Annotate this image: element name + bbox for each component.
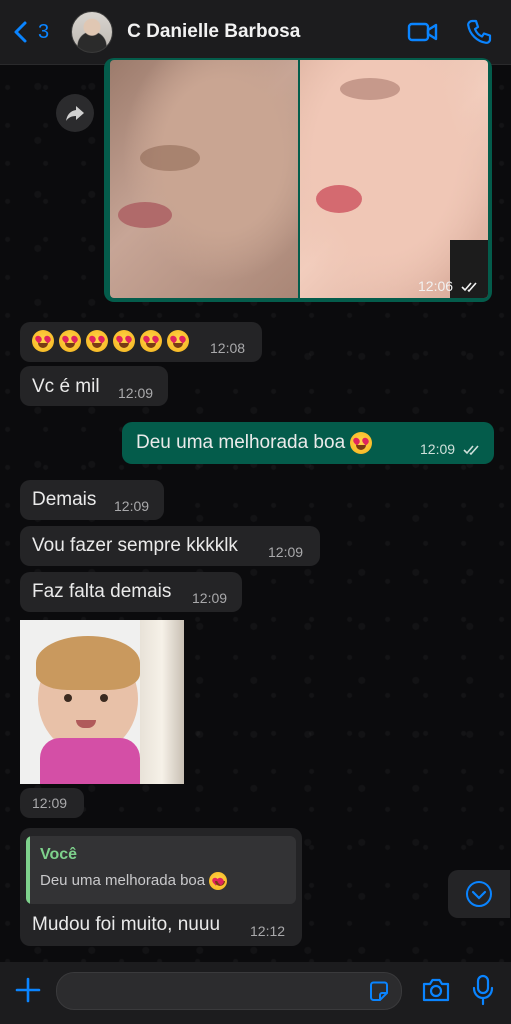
forward-icon (66, 106, 84, 121)
sticker-image[interactable] (20, 620, 184, 784)
quote-author: Você (40, 846, 78, 863)
heart-eyes-emoji (113, 330, 135, 352)
sticker-time-badge: 12:09 (20, 788, 84, 818)
message-bubble[interactable]: 12:08 (20, 322, 262, 362)
composer-bar (0, 962, 511, 1024)
message-time: 12:08 (210, 340, 246, 356)
message-time: 12:09 (420, 441, 481, 457)
avatar[interactable] (71, 11, 114, 53)
message-time: 12:09 (32, 795, 68, 811)
plus-icon[interactable] (14, 976, 42, 1004)
message-time: 12:06 (418, 278, 479, 294)
message-time: 12:09 (114, 498, 150, 514)
heart-eyes-emoji (59, 330, 81, 352)
heart-eyes-emoji (86, 330, 108, 352)
heart-eyes-emoji (167, 330, 189, 352)
scroll-to-bottom-button[interactable] (448, 870, 510, 918)
message-bubble[interactable]: Demais 12:09 (20, 480, 164, 520)
double-check-icon (461, 282, 477, 293)
phone-icon[interactable] (463, 18, 495, 46)
quote-text: Deu uma melhorada boa (40, 872, 232, 891)
message-text: Demais (32, 489, 97, 510)
after-photo[interactable] (300, 60, 488, 298)
quote-bar (26, 836, 30, 904)
message-text: Faz falta demais (32, 581, 172, 602)
quoted-message[interactable]: Você Deu uma melhorada boa (26, 836, 296, 904)
emoji-row (32, 330, 194, 352)
video-call-icon[interactable] (407, 18, 439, 46)
message-text: Deu uma melhorada boa (136, 432, 377, 454)
sticker-icon[interactable] (367, 979, 391, 1003)
chevron-left-icon (14, 21, 27, 43)
chevron-down-circle-icon (466, 881, 492, 907)
message-bubble[interactable]: Vc é mil 12:09 (20, 366, 168, 406)
unread-count: 3 (38, 20, 50, 43)
heart-eyes-emoji (32, 330, 54, 352)
chat-header: 3 C Danielle Barbosa (0, 0, 511, 65)
message-bubble[interactable]: Deu uma melhorada boa 12:09 (122, 422, 494, 464)
message-time: 12:09 (192, 590, 228, 606)
contact-name[interactable]: C Danielle Barbosa (127, 21, 300, 43)
message-time: 12:09 (118, 385, 154, 401)
heart-eyes-emoji (350, 432, 373, 454)
microphone-icon[interactable] (470, 974, 496, 1006)
message-text: Vou fazer sempre kkkklk (32, 535, 238, 556)
message-input[interactable] (56, 972, 402, 1010)
message-bubble[interactable]: Vou fazer sempre kkkklk 12:09 (20, 526, 320, 566)
message-text: Vc é mil (32, 376, 100, 397)
forward-button[interactable] (56, 94, 94, 132)
heart-eyes-emoji (140, 330, 162, 352)
heart-eyes-emoji (209, 872, 228, 891)
message-bubble[interactable]: Faz falta demais 12:09 (20, 572, 242, 612)
message-time: 12:12 (250, 923, 286, 939)
message-time: 12:09 (268, 544, 304, 560)
double-check-icon (463, 445, 479, 456)
before-photo[interactable] (110, 60, 298, 298)
camera-icon[interactable] (420, 976, 452, 1004)
back-button[interactable]: 3 (10, 20, 49, 44)
message-text: Mudou foi muito, nuuu (32, 914, 221, 935)
